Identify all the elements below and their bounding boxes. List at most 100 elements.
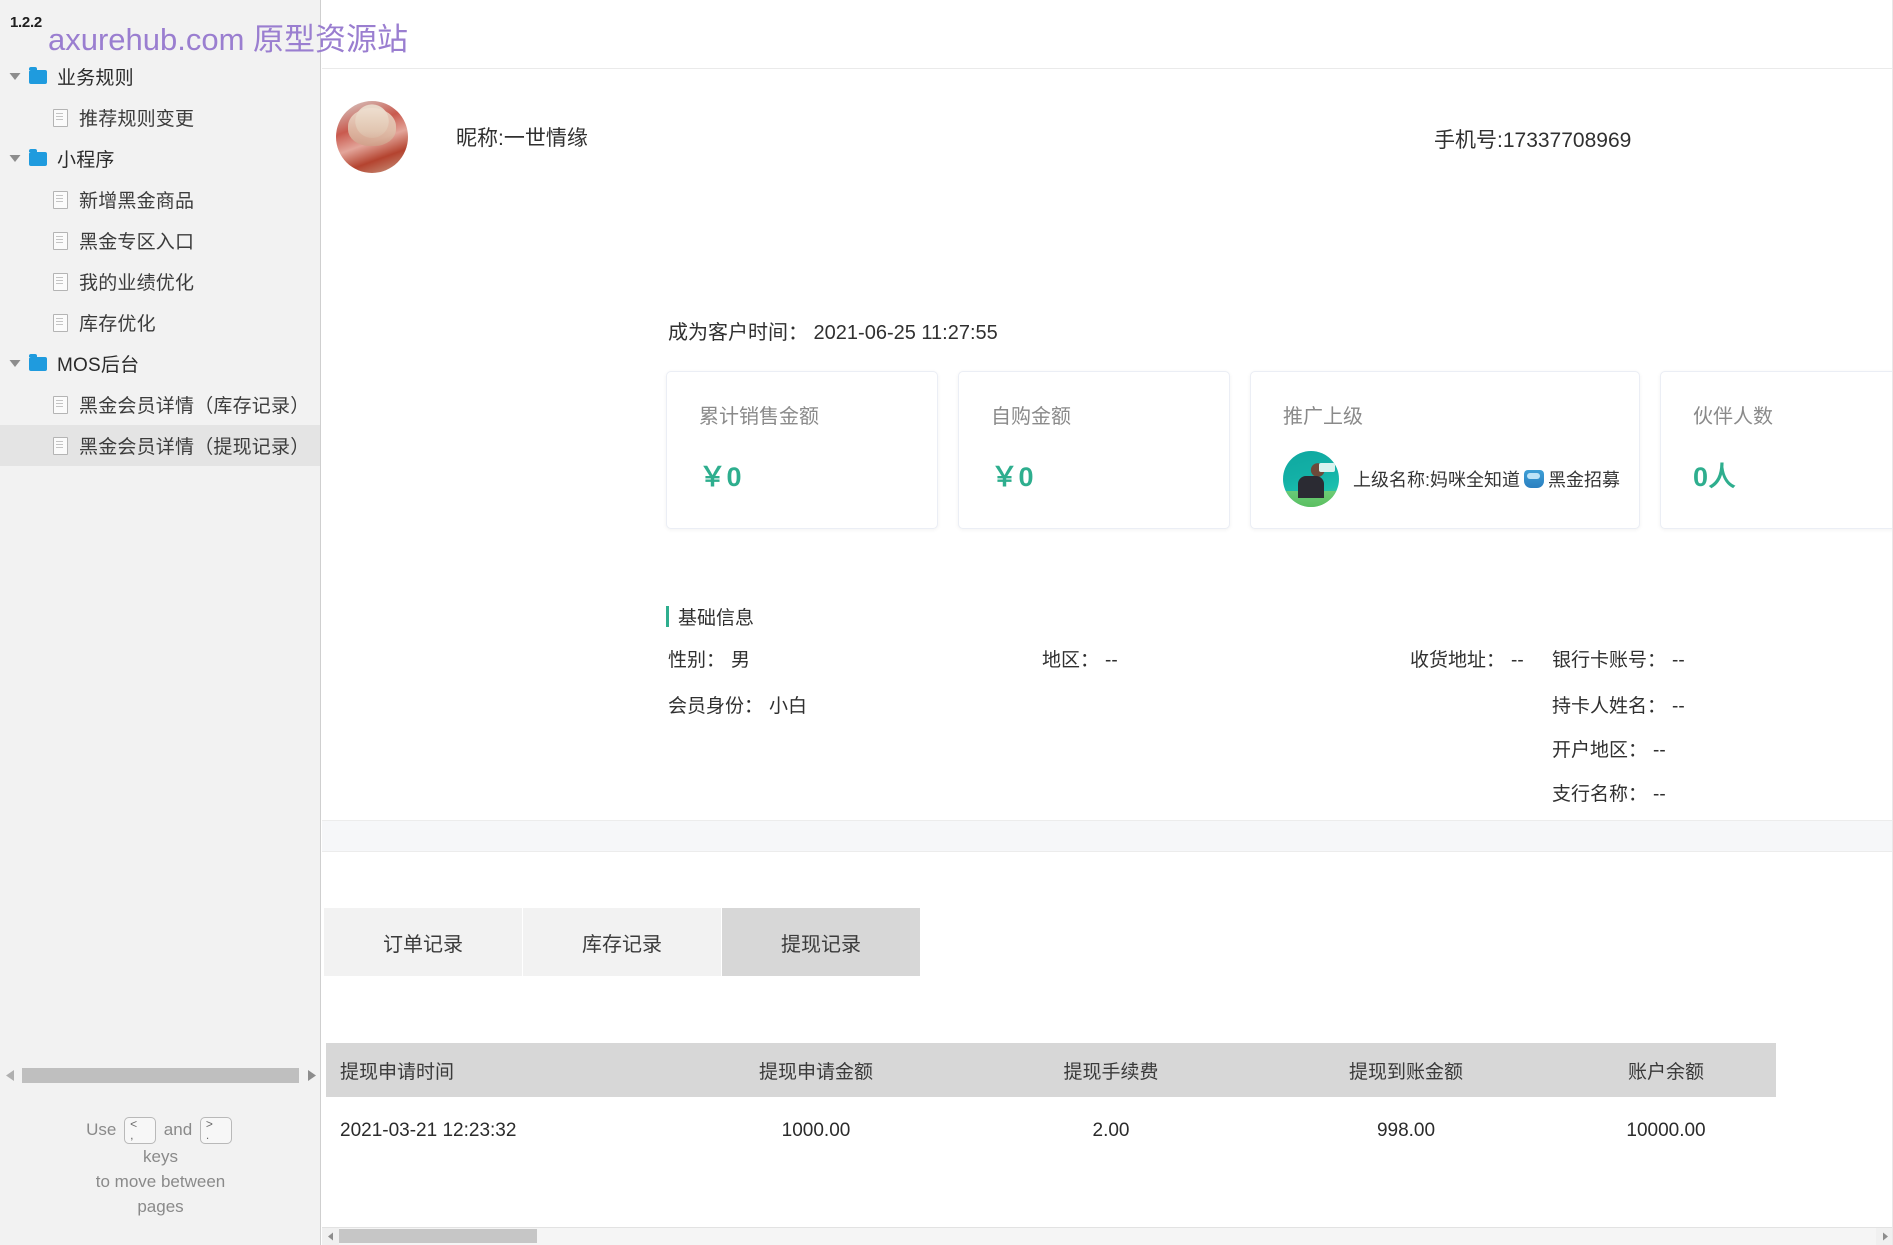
record-tabs[interactable]: 订单记录 库存记录 提现记录 bbox=[322, 908, 1893, 976]
tree-item-page[interactable]: 推荐规则变更 bbox=[0, 97, 320, 138]
clap-emoji-icon bbox=[1524, 470, 1545, 488]
stat-card-title: 伙伴人数 bbox=[1693, 406, 1773, 428]
tree-item-page[interactable]: 我的业绩优化 bbox=[0, 261, 320, 302]
tab-0[interactable]: 订单记录 bbox=[324, 908, 523, 976]
stat-card: 推广上级 上级名称:妈咪全知道 黑金招募 bbox=[1250, 371, 1640, 529]
parent-promoter-row: 上级名称:妈咪全知道 黑金招募 bbox=[1283, 451, 1639, 507]
tree-item-page[interactable]: 黑金会员详情（提现记录） bbox=[0, 425, 320, 466]
table-column-header: 提现申请时间 bbox=[326, 1043, 666, 1097]
keyboard-help-line3: to move between bbox=[95, 1172, 226, 1191]
chevron-down-icon[interactable] bbox=[4, 154, 26, 163]
folder-icon bbox=[26, 66, 50, 84]
content-horizontal-scrollbar[interactable] bbox=[322, 1227, 1893, 1245]
tree-item-page[interactable]: 库存优化 bbox=[0, 302, 320, 343]
tree-item-page[interactable]: 黑金会员详情（库存记录） bbox=[0, 384, 320, 425]
table-column-header-label: 提现手续费 bbox=[1063, 1061, 1159, 1083]
help-use-text: Use bbox=[86, 1119, 117, 1139]
tab-2[interactable]: 提现记录 bbox=[722, 908, 921, 976]
tab-label: 提现记录 bbox=[781, 933, 861, 956]
table-column-header-label: 提现到账金额 bbox=[1348, 1061, 1463, 1083]
tree-item-label: 业务规则 bbox=[57, 68, 134, 89]
table-column-header: 提现手续费 bbox=[966, 1043, 1256, 1097]
scroll-right-arrow-icon[interactable] bbox=[301, 1069, 320, 1082]
content-top-strip bbox=[322, 0, 1893, 69]
tree-item-label: 黑金会员详情（提现记录） bbox=[79, 437, 310, 458]
content-scroll-right-arrow-icon[interactable] bbox=[1876, 1228, 1893, 1245]
info-field-value: -- bbox=[1105, 650, 1118, 671]
tab-label: 库存记录 bbox=[582, 933, 662, 956]
chevron-down-icon[interactable] bbox=[4, 72, 26, 81]
scroll-left-arrow-icon[interactable] bbox=[0, 1069, 20, 1082]
info-field-label: 银行卡账号： bbox=[1552, 650, 1667, 671]
tab-1[interactable]: 库存记录 bbox=[523, 908, 722, 976]
stat-card: 自购金额 ￥0 bbox=[958, 371, 1230, 529]
table-body: 2021-03-21 12:23:32 1000.00 2.00 998.00 1000… bbox=[322, 1097, 1893, 1165]
chevron-down-icon[interactable] bbox=[4, 359, 26, 368]
sidebar-horizontal-scrollbar[interactable] bbox=[0, 1063, 320, 1087]
tree-item-folder[interactable]: 业务规则 bbox=[0, 56, 320, 97]
stat-card-value: ￥0 bbox=[991, 462, 1035, 492]
sidebar: 1.2.2 业务规则 推荐规则变更 小程序 新增黑金商品 黑金专区入口 我的业绩优化 库存优… bbox=[0, 0, 321, 1245]
stat-card: 累计销售金额 ￥0 bbox=[666, 371, 938, 529]
info-field-value: -- bbox=[1511, 650, 1524, 671]
tree-item-page[interactable]: 黑金专区入口 bbox=[0, 220, 320, 261]
parent-name-row: 上级名称:妈咪全知道 黑金招募 bbox=[1353, 466, 1620, 492]
table-column-header-label: 提现申请金额 bbox=[758, 1061, 873, 1083]
section-accent-bar bbox=[666, 606, 669, 627]
withdraw-records-table: 提现申请时间 提现申请金额 提现手续费 提现到账金额 账户余额 2021-03-21 1… bbox=[322, 1043, 1893, 1165]
content-scroll-thumb[interactable] bbox=[339, 1229, 537, 1243]
table-row[interactable]: 2021-03-21 12:23:32 1000.00 2.00 998.00 1000… bbox=[326, 1097, 1776, 1165]
parent-name-text: 上级名称:妈咪全知道 bbox=[1353, 470, 1521, 490]
base-info-title: 基础信息 bbox=[678, 608, 755, 629]
tree-item-folder[interactable]: MOS后台 bbox=[0, 343, 320, 384]
info-field-label: 收货地址： bbox=[1410, 650, 1506, 671]
prev-page-keycap-icon: < , bbox=[124, 1117, 157, 1144]
stat-card: 伙伴人数 0人 bbox=[1660, 371, 1893, 529]
table-cell: 1000.00 bbox=[666, 1120, 966, 1142]
sidebar-scroll-thumb[interactable] bbox=[22, 1067, 299, 1083]
stat-card-value: 0人 bbox=[1693, 462, 1737, 492]
tree-item-label: 小程序 bbox=[57, 150, 115, 171]
info-field-value: -- bbox=[1672, 650, 1685, 671]
parent-name-suffix: 黑金招募 bbox=[1548, 470, 1621, 490]
table-header-row: 提现申请时间 提现申请金额 提现手续费 提现到账金额 账户余额 bbox=[326, 1043, 1776, 1097]
tree-item-label: 新增黑金商品 bbox=[79, 191, 195, 212]
next-page-keycap-icon: > . bbox=[199, 1117, 232, 1144]
page-tree[interactable]: 业务规则推荐规则变更小程序新增黑金商品黑金专区入口我的业绩优化 库存优化 MOS后台… bbox=[0, 56, 320, 466]
main-content: 昵称:一世情缘 手机号:17337708969 成为客户时间： 2021-06-… bbox=[322, 0, 1893, 1245]
tree-item-label: 库存优化 bbox=[79, 314, 156, 335]
info-field-label: 会员身份： bbox=[668, 696, 764, 717]
watermark-text: axurehub.com 原型资源站 bbox=[48, 22, 409, 57]
parent-avatar bbox=[1283, 451, 1339, 507]
info-field-label: 支行名称： bbox=[1552, 784, 1648, 805]
stat-card-list: 累计销售金额 ￥0 自购金额 ￥0 推广上级 上级名称:妈咪全知道 黑金招募 伙伴人数 0人 bbox=[666, 371, 1893, 529]
info-field-label: 开户地区： bbox=[1552, 740, 1648, 761]
page-icon bbox=[48, 231, 72, 250]
table-cell-text: 1000.00 bbox=[781, 1120, 851, 1141]
page-icon bbox=[48, 313, 72, 332]
info-field-value: -- bbox=[1672, 696, 1685, 717]
stat-card-title: 累计销售金额 bbox=[699, 406, 819, 428]
tree-item-page[interactable]: 新增黑金商品 bbox=[0, 179, 320, 220]
help-and-text: and bbox=[163, 1119, 193, 1139]
keyboard-help-line2: keys bbox=[143, 1147, 178, 1166]
tree-item-folder[interactable]: 小程序 bbox=[0, 138, 320, 179]
info-field: 会员身份： 小白 bbox=[668, 691, 807, 718]
info-field: 支行名称： -- bbox=[1552, 779, 1666, 806]
info-field: 开户地区： -- bbox=[1552, 735, 1666, 762]
table-cell-text: 2021-03-21 12:23:32 bbox=[340, 1120, 517, 1141]
prev-key-top: < bbox=[130, 1117, 138, 1131]
content-scroll-track[interactable] bbox=[339, 1228, 1876, 1245]
info-field-value: 小白 bbox=[769, 696, 808, 717]
tree-item-label: 我的业绩优化 bbox=[79, 273, 195, 294]
table-cell: 2.00 bbox=[966, 1120, 1256, 1142]
info-field-value: 男 bbox=[731, 650, 751, 671]
content-scroll-left-arrow-icon[interactable] bbox=[322, 1228, 339, 1245]
table-cell-text: 2.00 bbox=[1092, 1120, 1130, 1141]
page-icon bbox=[48, 108, 72, 127]
tabs-spacer bbox=[921, 908, 1893, 976]
table-cell: 998.00 bbox=[1256, 1120, 1556, 1142]
info-field: 持卡人姓名： -- bbox=[1552, 691, 1685, 718]
base-info-header: 基础信息 bbox=[666, 603, 754, 630]
page-icon bbox=[48, 272, 72, 291]
